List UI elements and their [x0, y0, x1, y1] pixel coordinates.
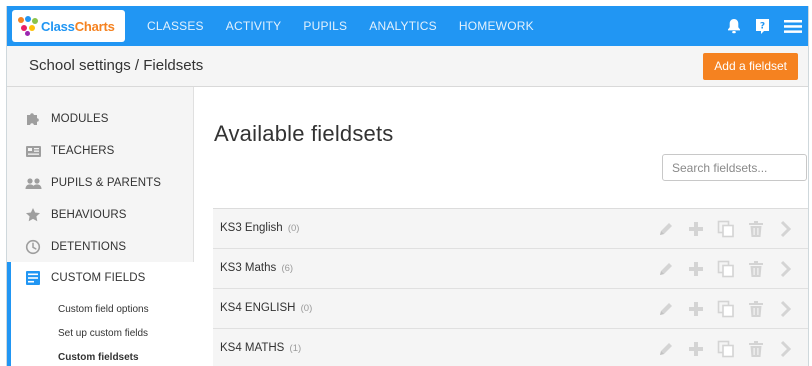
logo-mark-icon — [18, 16, 38, 36]
row-actions — [646, 299, 796, 319]
custom-fields-submenu: Custom field options Set up custom field… — [7, 293, 194, 366]
add-icon[interactable] — [686, 219, 706, 239]
fieldset-name: KS3 English (0) — [220, 222, 300, 234]
delete-icon[interactable] — [746, 299, 766, 319]
sidebar-item-detentions[interactable]: DETENTIONS — [7, 231, 194, 263]
sidebar-item-behaviours[interactable]: BEHAVIOURS — [7, 199, 194, 231]
edit-icon[interactable] — [656, 339, 676, 359]
nav-classes[interactable]: CLASSES — [147, 19, 204, 33]
teachers-icon — [24, 142, 42, 160]
row-actions — [646, 219, 796, 239]
page-title: Available fieldsets — [214, 121, 394, 146]
delete-icon[interactable] — [746, 219, 766, 239]
main-nav: CLASSES ACTIVITY PUPILS ANALYTICS HOMEWO… — [147, 6, 556, 46]
sidebar-label: MODULES — [51, 113, 109, 125]
fieldset-row[interactable]: KS4 MATHS (1) — [213, 328, 808, 366]
nav-activity[interactable]: ACTIVITY — [226, 19, 282, 33]
fieldset-count: (0) — [300, 303, 313, 314]
puzzle-icon — [24, 110, 42, 128]
sidebar-label: TEACHERS — [51, 145, 115, 157]
clock-icon — [24, 238, 42, 256]
svg-text:?: ? — [760, 21, 765, 31]
sidebar-label: CUSTOM FIELDS — [51, 272, 146, 284]
submenu-custom-fieldsets[interactable]: Custom fieldsets — [58, 352, 139, 363]
settings-sidebar: MODULES TEACHERS PUPILS & PARENTS BEHAVI… — [7, 87, 194, 366]
custom-fields-icon — [24, 269, 42, 287]
fieldset-count: (6) — [281, 263, 294, 274]
sidebar-label: DETENTIONS — [51, 241, 127, 253]
fieldset-name: KS4 ENGLISH (0) — [220, 302, 313, 314]
nav-analytics[interactable]: ANALYTICS — [369, 19, 437, 33]
sidebar-item-teachers[interactable]: TEACHERS — [7, 135, 194, 167]
add-icon[interactable] — [686, 339, 706, 359]
row-actions — [646, 259, 796, 279]
nav-homework[interactable]: HOMEWORK — [459, 19, 534, 33]
copy-icon[interactable] — [716, 259, 736, 279]
fieldset-count: (1) — [289, 343, 302, 354]
sidebar-label: BEHAVIOURS — [51, 209, 127, 221]
app-window: ClassCharts CLASSES ACTIVITY PUPILS ANAL… — [6, 6, 809, 366]
add-icon[interactable] — [686, 259, 706, 279]
menu-icon[interactable] — [784, 19, 802, 34]
delete-icon[interactable] — [746, 259, 766, 279]
chevron-right-icon[interactable] — [776, 219, 796, 239]
top-icons: ? — [713, 6, 802, 46]
sidebar-label: PUPILS & PARENTS — [51, 177, 162, 189]
nav-pupils[interactable]: PUPILS — [303, 19, 347, 33]
help-icon[interactable]: ? — [755, 18, 770, 35]
chevron-right-icon[interactable] — [776, 299, 796, 319]
star-icon — [24, 206, 42, 224]
copy-icon[interactable] — [716, 219, 736, 239]
classcharts-logo[interactable]: ClassCharts — [12, 10, 125, 42]
chevron-right-icon[interactable] — [776, 339, 796, 359]
breadcrumb: School settings / Fieldsets — [29, 57, 204, 74]
row-actions — [646, 339, 796, 359]
fieldset-row[interactable]: KS3 Maths (6) — [213, 248, 808, 288]
fieldset-count: (0) — [287, 223, 300, 234]
edit-icon[interactable] — [656, 299, 676, 319]
sidebar-item-custom-fields[interactable]: CUSTOM FIELDS — [7, 262, 194, 294]
submenu-custom-field-options[interactable]: Custom field options — [58, 304, 149, 315]
page-subheader: School settings / Fieldsets Add a fields… — [7, 46, 808, 87]
people-icon — [24, 174, 42, 192]
copy-icon[interactable] — [716, 339, 736, 359]
fieldset-name: KS3 Maths (6) — [220, 262, 294, 274]
add-fieldset-button[interactable]: Add a fieldset — [703, 53, 798, 80]
top-nav-bar: ClassCharts CLASSES ACTIVITY PUPILS ANAL… — [7, 6, 808, 46]
main-content: Available fieldsets KS3 English (0) KS3 … — [194, 87, 808, 366]
edit-icon[interactable] — [656, 259, 676, 279]
fieldset-name: KS4 MATHS (1) — [220, 342, 302, 354]
edit-icon[interactable] — [656, 219, 676, 239]
search-fieldsets-input[interactable] — [662, 154, 807, 181]
logo-text: ClassCharts — [41, 18, 115, 34]
copy-icon[interactable] — [716, 299, 736, 319]
chevron-right-icon[interactable] — [776, 259, 796, 279]
submenu-set-up-custom-fields[interactable]: Set up custom fields — [58, 328, 148, 339]
fieldset-row[interactable]: KS4 ENGLISH (0) — [213, 288, 808, 328]
fieldset-row[interactable]: KS3 English (0) — [213, 208, 808, 248]
bell-icon[interactable] — [727, 18, 741, 34]
sidebar-item-modules[interactable]: MODULES — [7, 103, 194, 135]
delete-icon[interactable] — [746, 339, 766, 359]
add-icon[interactable] — [686, 299, 706, 319]
fieldset-list: KS3 English (0) KS3 Maths (6) KS4 ENGLIS… — [213, 208, 808, 366]
sidebar-item-pupils-parents[interactable]: PUPILS & PARENTS — [7, 167, 194, 199]
